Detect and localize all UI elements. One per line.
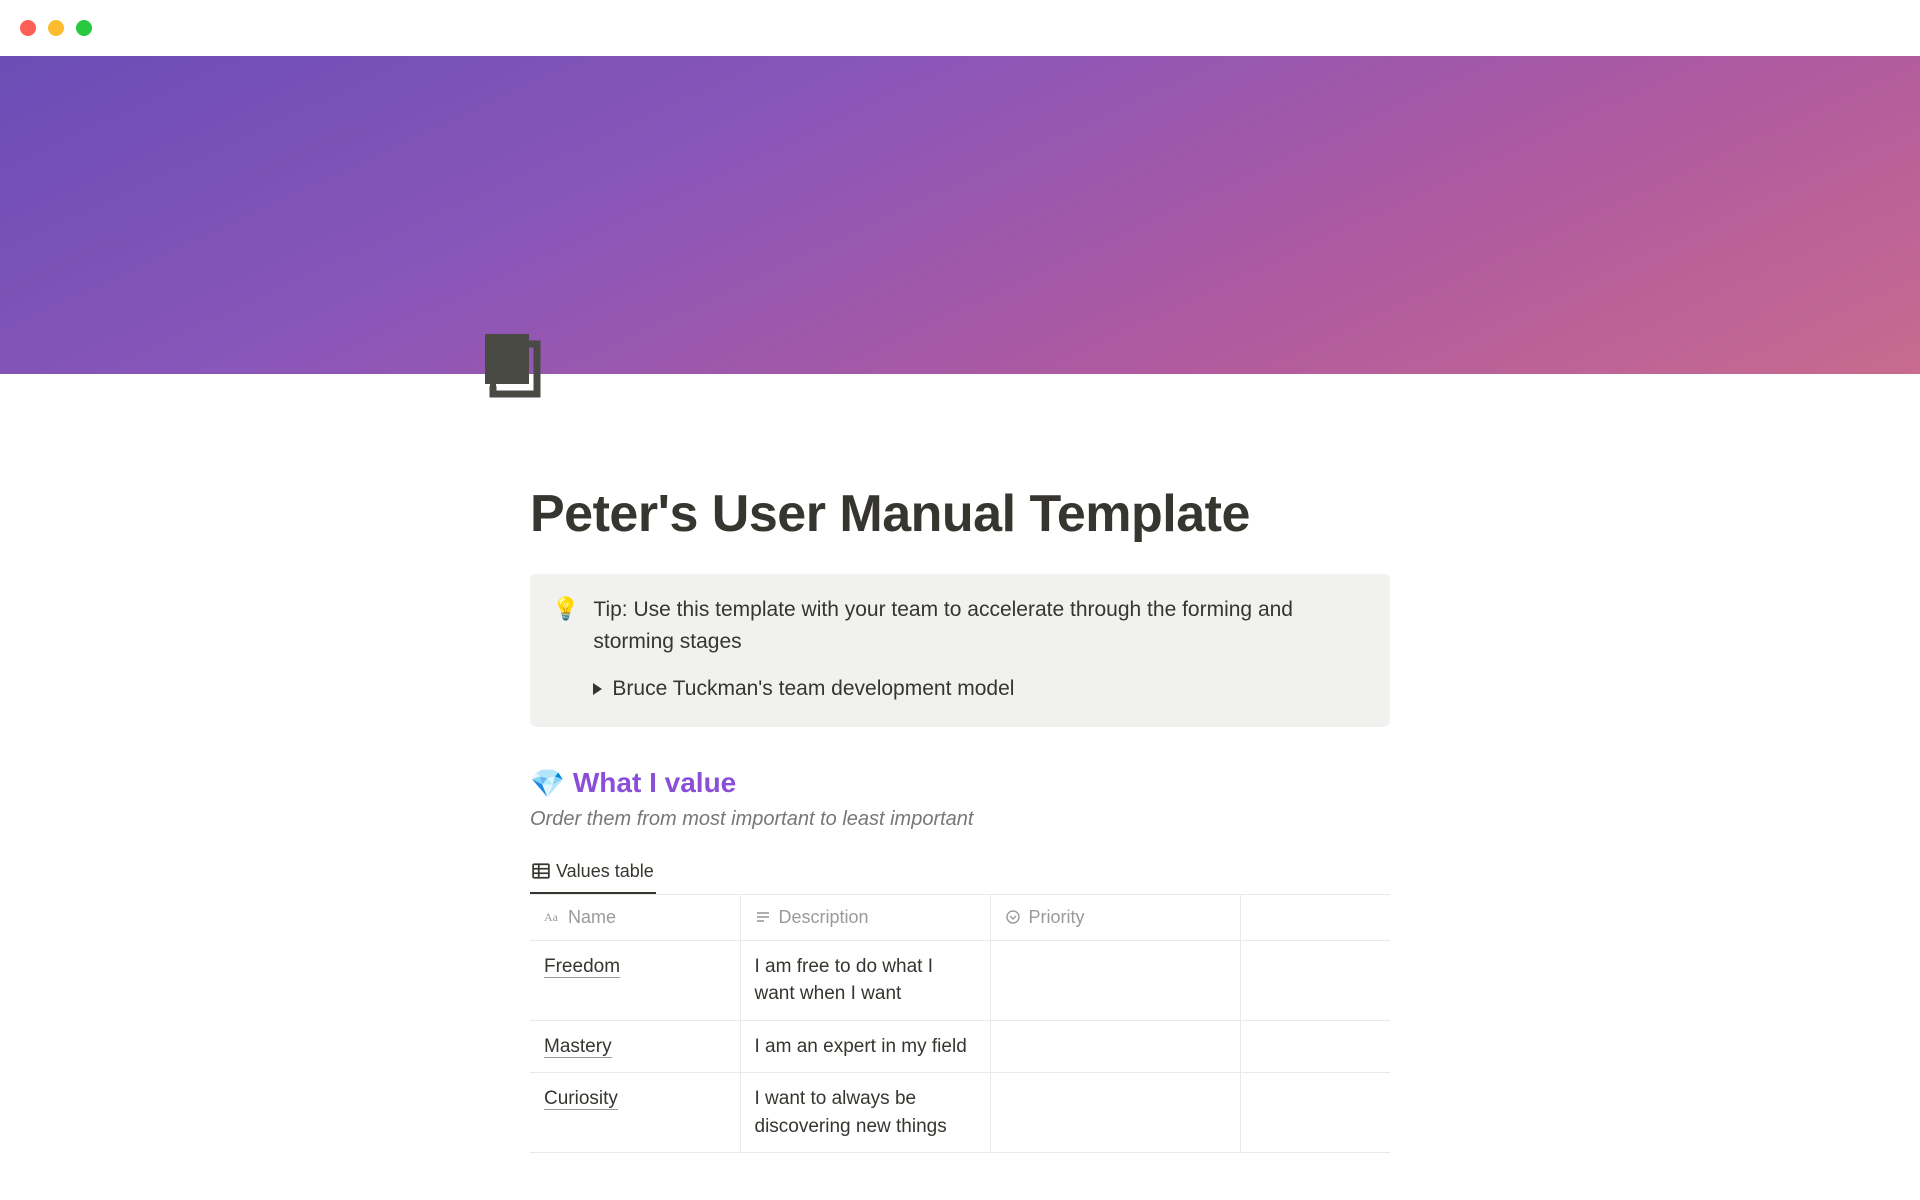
table-row[interactable]: Mastery I am an expert in my field	[530, 1020, 1390, 1073]
values-table: Aa Name Description	[530, 895, 1390, 1154]
column-header-empty[interactable]	[1240, 895, 1390, 941]
disclosure-triangle-icon	[593, 683, 602, 695]
row-empty[interactable]	[1240, 1073, 1390, 1153]
column-header-priority[interactable]: Priority	[990, 895, 1240, 941]
row-name[interactable]: Freedom	[544, 956, 620, 978]
callout-block[interactable]: 💡 Tip: Use this template with your team …	[530, 574, 1390, 727]
text-property-icon	[755, 909, 771, 925]
table-row[interactable]: Freedom I am free to do what I want when…	[530, 940, 1390, 1020]
page-content: Peter's User Manual Template 💡 Tip: Use …	[520, 374, 1400, 1153]
row-description[interactable]: I am an expert in my field	[740, 1020, 990, 1073]
row-name[interactable]: Mastery	[544, 1036, 612, 1058]
window-close-button[interactable]	[20, 20, 36, 36]
window-titlebar	[0, 0, 1920, 56]
column-header-description[interactable]: Description	[740, 895, 990, 941]
section-subtitle[interactable]: Order them from most important to least …	[530, 808, 1390, 831]
row-priority[interactable]	[990, 1020, 1240, 1073]
row-priority[interactable]	[990, 940, 1240, 1020]
svg-text:Aa: Aa	[544, 910, 559, 924]
page-title[interactable]: Peter's User Manual Template	[530, 484, 1390, 544]
column-header-description-label: Description	[779, 907, 869, 928]
row-description[interactable]: I want to always be discovering new thin…	[740, 1073, 990, 1153]
database-view-tabs: Values table	[530, 855, 1390, 895]
page-icon[interactable]	[473, 330, 547, 404]
gem-icon: 💎	[530, 767, 565, 800]
callout-toggle[interactable]: Bruce Tuckman's team development model	[593, 673, 1368, 705]
column-header-priority-label: Priority	[1029, 907, 1085, 928]
row-empty[interactable]	[1240, 940, 1390, 1020]
row-priority[interactable]	[990, 1073, 1240, 1153]
select-property-icon	[1005, 909, 1021, 925]
section-heading[interactable]: 💎 What I value	[530, 767, 1390, 800]
column-header-name[interactable]: Aa Name	[530, 895, 740, 941]
table-row[interactable]: Curiosity I want to always be discoverin…	[530, 1073, 1390, 1153]
callout-text[interactable]: Tip: Use this template with your team to…	[593, 594, 1368, 657]
callout-body: Tip: Use this template with your team to…	[593, 594, 1368, 705]
column-header-name-label: Name	[568, 907, 616, 928]
title-property-icon: Aa	[544, 909, 560, 925]
database-tab-values-table[interactable]: Values table	[530, 855, 656, 894]
page-cover[interactable]	[0, 56, 1920, 374]
row-name[interactable]: Curiosity	[544, 1088, 618, 1110]
lightbulb-icon: 💡	[552, 594, 579, 705]
section-heading-text: What I value	[573, 767, 736, 799]
table-icon	[532, 862, 550, 880]
row-description[interactable]: I am free to do what I want when I want	[740, 940, 990, 1020]
callout-toggle-label: Bruce Tuckman's team development model	[612, 673, 1014, 705]
row-empty[interactable]	[1240, 1020, 1390, 1073]
window-minimize-button[interactable]	[48, 20, 64, 36]
window-zoom-button[interactable]	[76, 20, 92, 36]
table-header-row: Aa Name Description	[530, 895, 1390, 941]
database-tab-label: Values table	[556, 861, 654, 882]
